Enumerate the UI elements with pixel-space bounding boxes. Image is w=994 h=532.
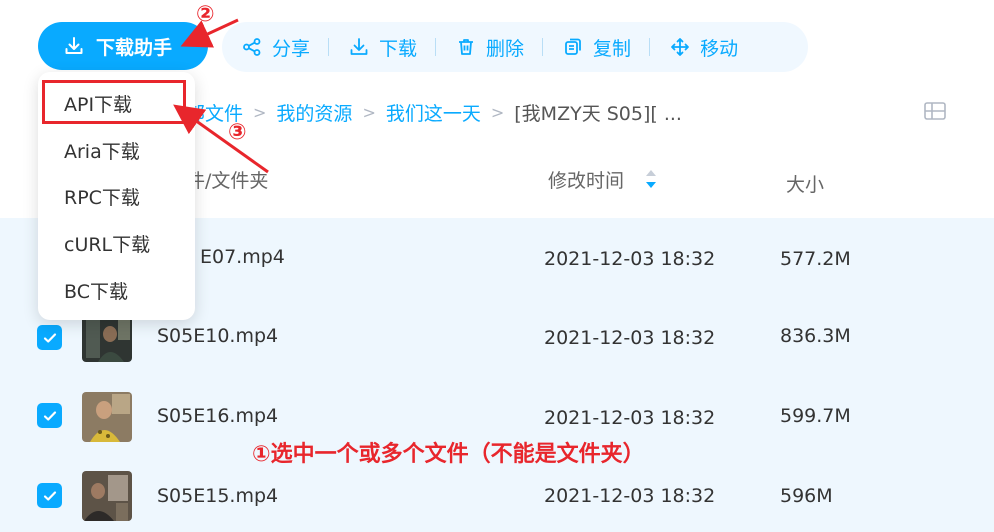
move-icon [671,38,689,56]
file-actions-bar: 分享 下载 删除 复制 移动 [222,22,808,72]
download-label: 下载 [379,37,418,60]
file-modified: 2021-12-03 18:32 [544,327,716,349]
video-thumbnail [82,392,132,442]
download-icon [65,37,83,54]
breadcrumb-item-folder[interactable]: 我们这一天 [386,99,481,126]
download-icon [350,38,368,55]
column-header-size[interactable]: 大小 [786,170,824,197]
file-size: 577.2M [780,248,851,270]
table-row[interactable]: S05E15.mp4 2021-12-03 18:32 596M [0,458,994,532]
menu-item-api-download[interactable]: API下载 [64,90,132,117]
file-modified: 2021-12-03 18:32 [544,485,716,507]
annotation-step-1: ①选中一个或多个文件（不能是文件夹） [252,442,645,467]
file-size: 599.7M [780,405,851,427]
row-checkbox[interactable] [37,403,62,428]
breadcrumb: 部文件 > 我的资源 > 我们这一天 > [我MZY天 S05][ ... [186,98,682,126]
copy-label: 复制 [593,37,632,60]
share-button[interactable]: 分享 [242,34,322,61]
download-helper-label: 下载助手 [96,36,173,59]
check-icon [43,332,56,343]
breadcrumb-separator-icon: > [362,102,376,122]
file-size: 596M [780,485,833,507]
file-name[interactable]: S05E16.mp4 [157,405,278,427]
separator [435,38,437,56]
separator [649,38,651,56]
breadcrumb-current: [我MZY天 S05][ ... [514,102,682,125]
delete-label: 删除 [486,37,525,60]
video-thumbnail [82,471,132,521]
menu-item-bc-download[interactable]: BC下载 [64,277,128,304]
move-label: 移动 [700,37,739,60]
sort-icon[interactable] [644,168,658,190]
column-header-name[interactable]: 件/文件夹 [186,166,268,193]
file-modified: 2021-12-03 18:32 [544,248,716,270]
separator [542,38,544,56]
download-button[interactable]: 下载 [349,34,429,61]
file-name[interactable]: S05E15.mp4 [157,485,278,507]
file-name[interactable]: S05E10.mp4 [157,325,278,347]
row-checkbox[interactable] [37,325,62,350]
copy-button[interactable]: 复制 [563,34,643,61]
breadcrumb-item-my-resources[interactable]: 我的资源 [276,99,352,126]
copy-icon [565,38,581,55]
delete-button[interactable]: 删除 [456,34,536,61]
file-name[interactable]: E07.mp4 [200,246,285,268]
check-icon [43,490,56,501]
menu-item-curl-download[interactable]: cURL下载 [64,230,150,257]
download-helper-button[interactable]: 下载助手 [38,22,208,70]
check-icon [43,410,56,421]
row-checkbox[interactable] [37,483,62,508]
menu-item-rpc-download[interactable]: RPC下载 [64,183,140,210]
breadcrumb-separator-icon: > [490,102,505,122]
share-icon [243,38,261,56]
column-header-modified[interactable]: 修改时间 [548,166,624,193]
download-helper-menu: API下载 Aria下载 RPC下载 cURL下载 BC下载 [38,72,195,320]
annotation-step-3: ③ [228,120,247,145]
grid-view-icon[interactable] [924,102,946,120]
trash-icon [459,39,474,55]
breadcrumb-separator-icon: > [253,102,267,122]
separator [328,38,330,56]
file-size: 836.3M [780,325,851,347]
share-label: 分享 [272,37,311,60]
menu-item-aria-download[interactable]: Aria下载 [64,137,140,164]
annotation-step-2: ② [196,2,215,27]
file-modified: 2021-12-03 18:32 [544,407,716,429]
move-button[interactable]: 移动 [670,34,750,61]
